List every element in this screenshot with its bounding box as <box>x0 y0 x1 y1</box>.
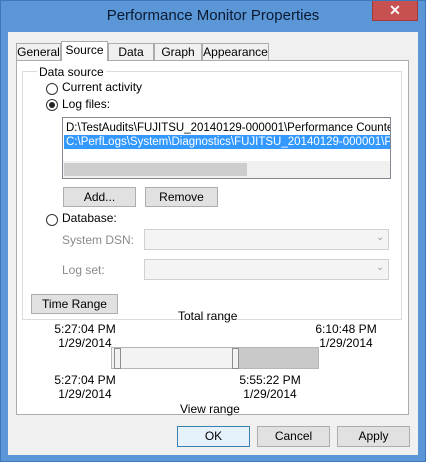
total-range-label: Total range <box>178 309 238 323</box>
log-set-dropdown[interactable]: ⌄ <box>144 259 389 280</box>
tab-general[interactable]: General <box>16 43 61 60</box>
range-end-handle[interactable] <box>232 348 239 369</box>
tab-source[interactable]: Source <box>61 41 108 61</box>
dialog-client-area: General Source Data Graph Appearance Dat… <box>8 32 418 455</box>
view-range-start: 5:27:04 PM 1/29/2014 <box>51 373 119 401</box>
close-button[interactable]: ✕ <box>372 1 418 21</box>
log-files-radio[interactable] <box>46 99 58 111</box>
apply-button[interactable]: Apply <box>337 426 410 447</box>
range-start-handle[interactable] <box>114 348 121 369</box>
view-start-date: 1/29/2014 <box>58 387 112 401</box>
ok-button[interactable]: OK <box>177 426 250 447</box>
log-set-label: Log set: <box>62 263 105 277</box>
system-dsn-dropdown[interactable]: ⌄ <box>144 229 389 250</box>
total-start-date: 1/29/2014 <box>58 336 112 350</box>
system-dsn-label: System DSN: <box>62 233 135 247</box>
current-activity-label[interactable]: Current activity <box>62 80 142 94</box>
log-files-label[interactable]: Log files: <box>62 97 110 111</box>
view-end-date: 1/29/2014 <box>243 387 297 401</box>
chevron-down-icon: ⌄ <box>376 232 385 243</box>
time-range-excluded-area <box>239 348 318 368</box>
properties-window: Performance Monitor Properties ✕ General… <box>0 0 426 462</box>
list-item[interactable]: D:\TestAudits\FUJITSU_20140129-000001\Pe… <box>64 121 390 135</box>
view-start-time: 5:27:04 PM <box>54 373 116 387</box>
add-button[interactable]: Add... <box>63 187 136 207</box>
remove-button[interactable]: Remove <box>145 187 218 207</box>
total-range-end: 6:10:48 PM 1/29/2014 <box>312 322 380 350</box>
tab-graph[interactable]: Graph <box>154 43 202 60</box>
total-end-time: 6:10:48 PM <box>315 322 377 336</box>
scrollbar-thumb[interactable] <box>64 163 247 176</box>
database-label[interactable]: Database: <box>62 211 117 225</box>
title-bar[interactable]: Performance Monitor Properties ✕ <box>1 1 425 32</box>
chevron-down-icon: ⌄ <box>376 262 385 273</box>
tab-data[interactable]: Data <box>108 43 154 60</box>
total-start-time: 5:27:04 PM <box>54 322 116 336</box>
view-end-time: 5:55:22 PM <box>239 373 301 387</box>
current-activity-radio[interactable] <box>46 83 58 95</box>
view-range-end: 5:55:22 PM 1/29/2014 <box>236 373 304 401</box>
total-range-start: 5:27:04 PM 1/29/2014 <box>51 322 119 350</box>
log-files-listbox[interactable]: D:\TestAudits\FUJITSU_20140129-000001\Pe… <box>62 117 391 179</box>
window-title: Performance Monitor Properties <box>106 7 320 24</box>
tab-appearance[interactable]: Appearance <box>202 43 269 60</box>
list-item-selected[interactable]: C:\PerfLogs\System\Diagnostics\FUJITSU_2… <box>64 135 390 149</box>
horizontal-scrollbar[interactable] <box>63 161 390 178</box>
view-range-label: View range <box>180 402 240 416</box>
data-source-group-label: Data source <box>37 65 106 79</box>
database-radio[interactable] <box>46 214 58 226</box>
cancel-button[interactable]: Cancel <box>257 426 330 447</box>
time-range-slider-track[interactable] <box>111 347 319 369</box>
time-range-button[interactable]: Time Range <box>31 294 118 314</box>
total-end-date: 1/29/2014 <box>319 336 373 350</box>
